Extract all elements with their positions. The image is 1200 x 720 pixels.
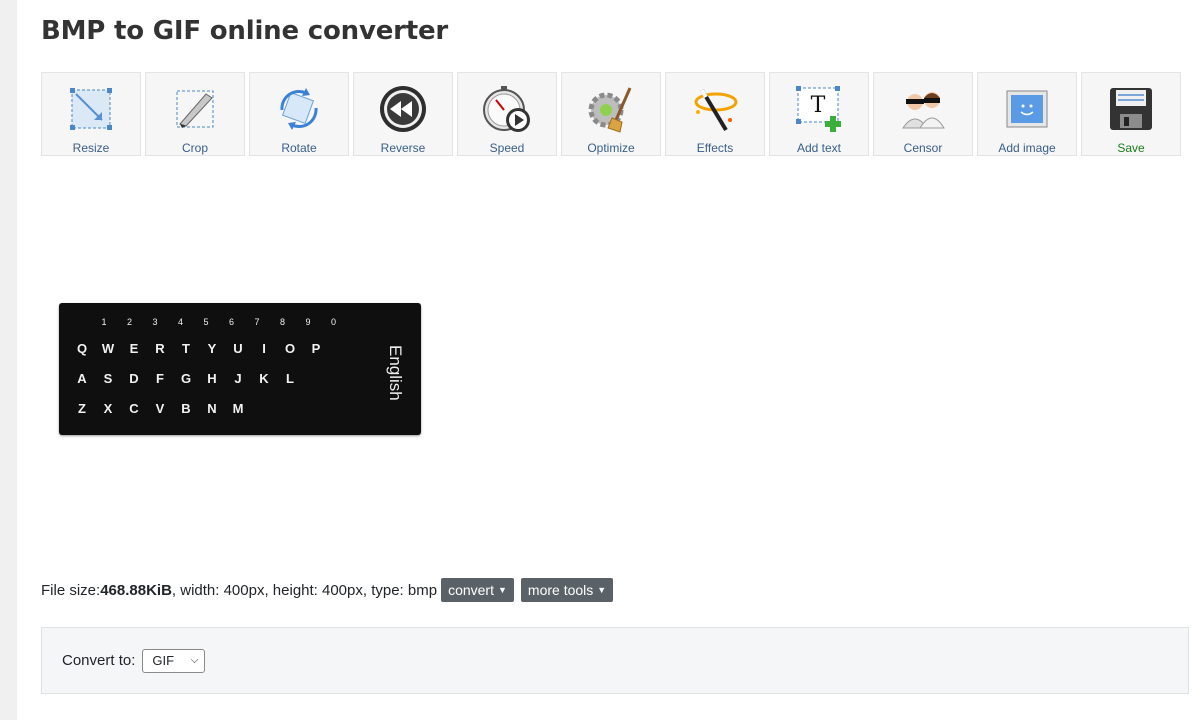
keyboard-key: R [155, 341, 165, 356]
file-dimensions: , width: 400px, height: 400px, type: bmp [171, 581, 438, 599]
rotate-icon [271, 81, 327, 137]
keyboard-key: 7 [254, 317, 260, 327]
keyboard-key: 5 [203, 317, 209, 327]
tool-label: Reverse [380, 141, 426, 155]
page-title: BMP to GIF online converter [41, 16, 449, 46]
speed-icon [479, 81, 535, 137]
keyboard-key: O [284, 341, 296, 356]
save-button[interactable]: Save [1081, 72, 1181, 156]
keyboard-key: 2 [126, 317, 132, 327]
format-select[interactable]: GIF ⌵ [142, 648, 206, 673]
censor-icon [895, 81, 951, 137]
keyboard-key: X [103, 401, 113, 416]
keyboard-key: P [311, 341, 321, 356]
convert-to-label: Convert to: [62, 652, 136, 669]
keyboard-key: 9 [305, 317, 311, 327]
keyboard-key: V [155, 401, 165, 416]
keyboard-key: N [207, 401, 217, 416]
tool-label: Optimize [587, 141, 635, 155]
page: BMP to GIF online converter Resize Crop … [17, 0, 1200, 720]
crop-button[interactable]: Crop [145, 72, 245, 156]
optimize-button[interactable]: Optimize [561, 72, 661, 156]
tool-label: Add text [796, 141, 842, 155]
rotate-button[interactable]: Rotate [249, 72, 349, 156]
image-preview: 1 2 3 4 5 6 7 8 9 0 QWE R T Y U I OP A S D F GH J K L Z X C V B NM Eng… [41, 184, 441, 584]
effects-icon [687, 81, 743, 137]
keyboard-key: 3 [152, 317, 158, 327]
caret-down-icon: ▼ [597, 585, 607, 595]
convert-panel: Convert to: GIF ⌵ [41, 627, 1189, 694]
keyboard-key: B [181, 401, 191, 416]
keyboard-key: A [77, 371, 87, 386]
convert-dropdown-button[interactable]: convert ▼ [441, 578, 514, 602]
crop-icon [167, 81, 223, 137]
keyboard-key: 1 [101, 317, 107, 327]
effects-button[interactable]: Effects [665, 72, 765, 156]
reverse-button[interactable]: Reverse [353, 72, 453, 156]
add-image-icon [999, 81, 1055, 137]
format-select-value: GIF [152, 653, 175, 668]
keyboard-key: 6 [228, 317, 234, 327]
speed-button[interactable]: Speed [457, 72, 557, 156]
chevron-down-icon: ⌵ [190, 655, 199, 666]
tool-label: Add image [998, 141, 1056, 155]
tool-label: Rotate [281, 141, 317, 155]
tool-label: Crop [181, 141, 208, 155]
toolbar: Resize Crop Rotate Reverse Speed Optimiz… [41, 72, 1181, 158]
keyboard-key: 8 [279, 317, 285, 327]
more-tools-dropdown-button[interactable]: more tools ▼ [520, 578, 614, 602]
more-tools-button-label: more tools [527, 582, 594, 598]
censor-button[interactable]: Censor [873, 72, 973, 156]
keyboard-language-label: English [386, 345, 405, 401]
keyboard-key: U [233, 341, 243, 356]
file-size-value: 468.88KiB [100, 581, 172, 599]
keyboard-key: Y [207, 341, 217, 356]
keyboard-image: 1 2 3 4 5 6 7 8 9 0 QWE R T Y U I OP A S D F GH J K L Z X C V B NM Eng… [59, 303, 421, 435]
keyboard-key: Z [78, 401, 86, 416]
keyboard-key: Q [76, 341, 88, 356]
tool-label: Resize [72, 141, 110, 155]
add-text-button[interactable]: T Add text [769, 72, 869, 156]
keyboard-key: F [156, 371, 164, 386]
keyboard-key: E [129, 341, 139, 356]
resize-icon [63, 81, 119, 137]
floppy-disk-icon [1103, 81, 1159, 137]
resize-button[interactable]: Resize [41, 72, 141, 156]
keyboard-key: M [232, 401, 244, 416]
keyboard-key: 4 [177, 317, 183, 327]
keyboard-key: K [259, 371, 269, 386]
tool-label: Censor [903, 141, 943, 155]
add-image-button[interactable]: Add image [977, 72, 1077, 156]
keyboard-key: T [182, 341, 190, 356]
convert-button-label: convert [448, 582, 494, 598]
keyboard-key: 0 [330, 317, 336, 327]
keyboard-key: W [101, 341, 115, 356]
caret-down-icon: ▼ [498, 585, 507, 595]
optimize-icon [583, 81, 639, 137]
tool-label: Save [1117, 141, 1145, 155]
tool-label: Speed [489, 141, 525, 155]
keyboard-key: D [129, 371, 139, 386]
keyboard-key: C [129, 401, 139, 416]
tool-label: Effects [696, 141, 734, 155]
keyboard-key: H [207, 371, 217, 386]
svg-text:T: T [811, 93, 826, 118]
add-text-icon: T [791, 81, 847, 137]
file-size-label: File size: [41, 581, 101, 599]
keyboard-key: J [234, 371, 242, 386]
keyboard-key: L [286, 371, 294, 386]
keyboard-key: I [262, 341, 266, 356]
keyboard-key: G [180, 371, 192, 386]
reverse-icon [375, 81, 431, 137]
file-info: File size: 468.88KiB , width: 400px, hei… [41, 576, 614, 604]
keyboard-key: S [103, 371, 113, 386]
